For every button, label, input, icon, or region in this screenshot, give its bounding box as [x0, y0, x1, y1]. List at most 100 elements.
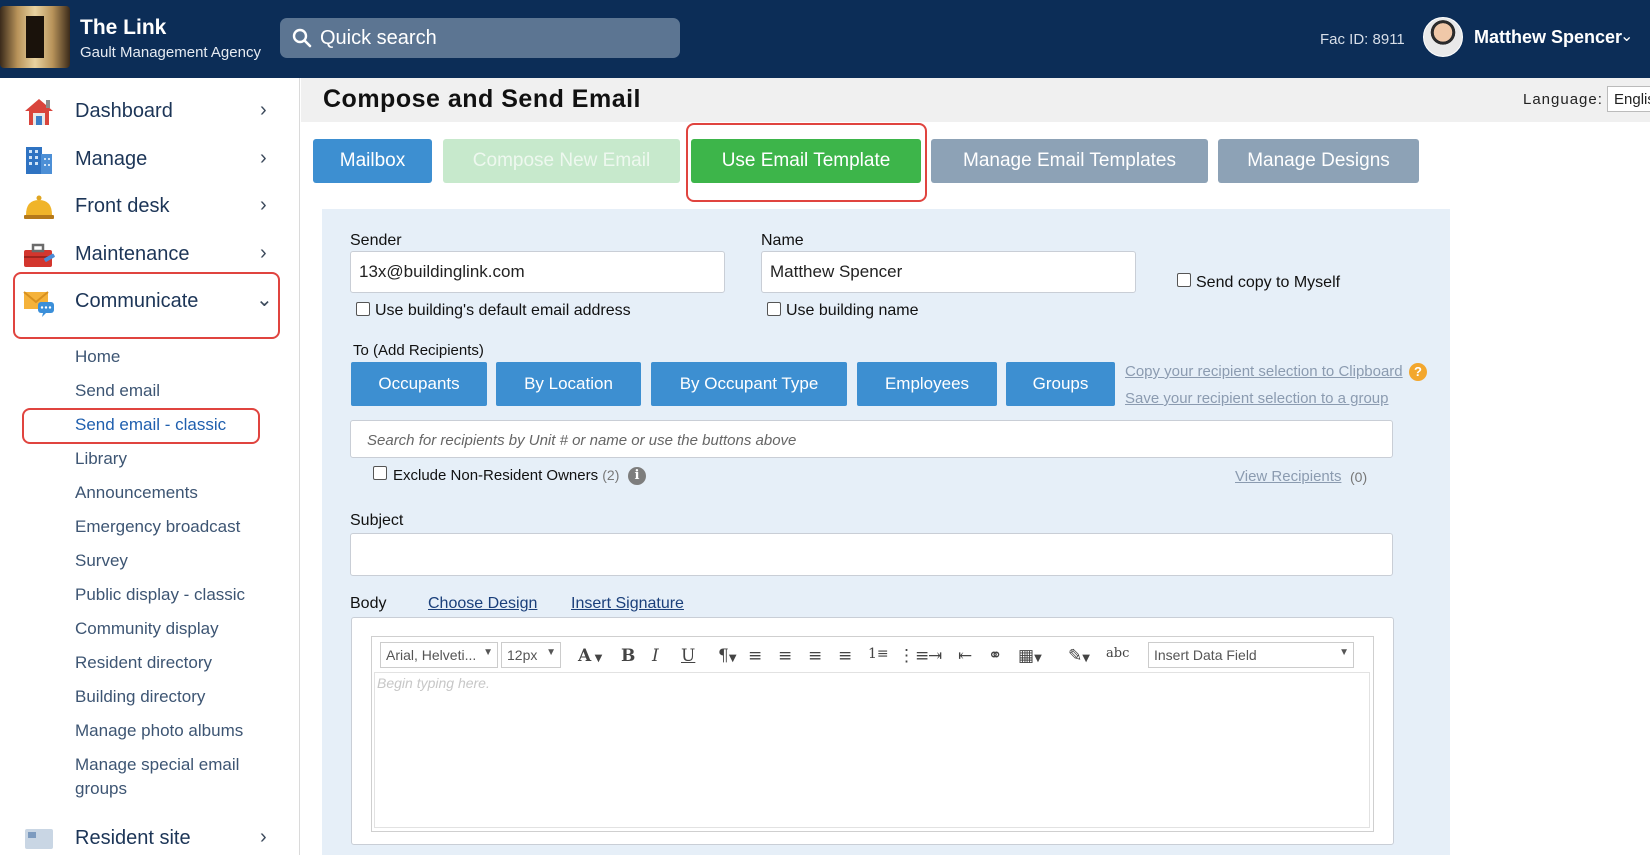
chevron-right-icon: ›	[260, 826, 267, 848]
insert-signature-link[interactable]: Insert Signature	[571, 595, 684, 613]
resident-site-icon	[25, 829, 53, 849]
language-select[interactable]: English	[1607, 86, 1650, 112]
sidebar-item-dashboard[interactable]: Dashboard ›	[0, 87, 300, 137]
help-icon[interactable]: ?	[1409, 363, 1427, 381]
indent-icon[interactable]: ⇥	[928, 646, 942, 666]
align-left-icon[interactable]: ≡	[748, 646, 762, 666]
spellcheck-icon[interactable]: abc	[1106, 646, 1129, 661]
recipient-search-input[interactable]: Search for recipients by Unit # or name …	[350, 420, 1393, 458]
bold-icon[interactable]: B	[621, 646, 635, 666]
send-copy-label: Send copy to Myself	[1196, 274, 1341, 291]
sub-item-send-email[interactable]: Send email	[75, 381, 160, 401]
justify-icon[interactable]: ≡	[838, 646, 852, 666]
sub-item-emergency-broadcast[interactable]: Emergency broadcast	[75, 517, 240, 537]
body-label: Body	[350, 595, 387, 612]
sidebar-item-front-desk[interactable]: Front desk ›	[0, 182, 300, 232]
sidebar-item-label: Manage	[75, 148, 148, 170]
info-icon[interactable]: i	[628, 467, 646, 485]
highlight-use-email-template	[686, 123, 927, 202]
highlight-send-email-classic	[22, 408, 260, 444]
search-icon	[292, 28, 312, 48]
format-painter-icon[interactable]: ✎▼	[1068, 646, 1090, 666]
insert-data-field-value: Insert Data Field	[1154, 647, 1257, 663]
save-selection-link[interactable]: Save your recipient selection to a group	[1125, 390, 1389, 407]
language-label: Language:	[1523, 91, 1603, 108]
chevron-down-icon[interactable]: ⌄	[1620, 26, 1633, 46]
name-field[interactable]: Matthew Spencer	[761, 251, 1136, 293]
sub-item-manage-special-email[interactable]: Manage special email	[75, 755, 239, 775]
outdent-icon[interactable]: ⇤	[958, 646, 972, 666]
search-placeholder: Quick search	[320, 27, 437, 49]
sub-item-home[interactable]: Home	[75, 347, 120, 367]
editor-text-area[interactable]	[374, 672, 1370, 828]
building-name-checkbox[interactable]	[767, 302, 781, 316]
exclude-owners-label: Exclude Non-Resident Owners (2)	[393, 467, 619, 484]
choose-design-link[interactable]: Choose Design	[428, 595, 537, 613]
subject-field[interactable]	[350, 533, 1393, 576]
quick-search-input[interactable]: Quick search	[280, 18, 680, 58]
exclude-owners-checkbox[interactable]	[373, 466, 387, 480]
chevron-right-icon: ›	[260, 242, 267, 264]
ordered-list-icon[interactable]: 1≡	[868, 646, 889, 662]
align-center-icon[interactable]: ≡	[778, 646, 792, 666]
view-recipients-link[interactable]: View Recipients	[1235, 468, 1341, 485]
copy-selection-link[interactable]: Copy your recipient selection to Clipboa…	[1125, 363, 1403, 380]
building-name-label: Use building name	[786, 302, 919, 319]
exclude-owners-count: (2)	[602, 467, 620, 483]
chevron-right-icon: ›	[260, 194, 267, 216]
page-title: Compose and Send Email	[323, 85, 642, 113]
building-logo[interactable]	[0, 6, 70, 68]
text-color-icon[interactable]: A ▼	[578, 646, 602, 666]
house-icon	[25, 99, 53, 125]
table-icon[interactable]: ▦▼	[1018, 646, 1042, 666]
manage-designs-button[interactable]: Manage Designs	[1218, 139, 1419, 183]
sender-field[interactable]: 13x@buildinglink.com	[350, 251, 725, 293]
sub-item-resident-directory[interactable]: Resident directory	[75, 653, 212, 673]
employees-button[interactable]: Employees	[857, 362, 997, 406]
sidebar: Dashboard › Manage › Front desk › Mainte…	[0, 78, 300, 855]
avatar[interactable]	[1423, 17, 1463, 57]
font-size-select[interactable]: 12px ▼	[501, 642, 561, 668]
toolbox-icon	[24, 243, 55, 267]
sub-item-library[interactable]: Library	[75, 449, 127, 469]
sidebar-item-label: Maintenance	[75, 243, 190, 265]
sub-item-groups[interactable]: groups	[75, 779, 127, 799]
sidebar-item-resident-site[interactable]: Resident site ›	[0, 814, 300, 864]
insert-data-field-select[interactable]: Insert Data Field ▼	[1148, 642, 1354, 668]
by-location-button[interactable]: By Location	[496, 362, 641, 406]
sidebar-item-manage[interactable]: Manage ›	[0, 135, 300, 185]
chevron-right-icon: ›	[260, 147, 267, 169]
mailbox-button[interactable]: Mailbox	[313, 139, 432, 183]
by-occupant-type-button[interactable]: By Occupant Type	[651, 362, 847, 406]
user-name[interactable]: Matthew Spencer	[1474, 27, 1622, 48]
align-right-icon[interactable]: ≡	[808, 646, 822, 666]
sub-item-community-display[interactable]: Community display	[75, 619, 219, 639]
highlight-communicate	[13, 272, 280, 339]
send-copy-checkbox[interactable]	[1177, 273, 1191, 287]
editor-placeholder: Begin typing here.	[377, 675, 490, 691]
view-recipients-count: (0)	[1350, 469, 1368, 485]
sidebar-item-label: Resident site	[75, 827, 191, 849]
manage-email-templates-button[interactable]: Manage Email Templates	[931, 139, 1208, 183]
font-family-select[interactable]: Arial, Helveti... ▼	[380, 642, 498, 668]
to-recipients-label: To (Add Recipients)	[353, 342, 484, 359]
name-label: Name	[761, 232, 804, 249]
exclude-owners-text: Exclude Non-Resident Owners	[393, 467, 599, 484]
sidebar-item-label: Front desk	[75, 195, 170, 217]
groups-button[interactable]: Groups	[1006, 362, 1115, 406]
unordered-list-icon[interactable]: ⋮≡	[898, 646, 929, 666]
sub-item-public-display-classic[interactable]: Public display - classic	[75, 585, 245, 605]
sub-item-survey[interactable]: Survey	[75, 551, 128, 571]
paragraph-icon[interactable]: ¶▼	[718, 646, 737, 666]
sub-item-announcements[interactable]: Announcements	[75, 483, 198, 503]
occupants-button[interactable]: Occupants	[351, 362, 487, 406]
link-icon[interactable]: ⚭	[988, 646, 1002, 666]
default-email-checkbox[interactable]	[356, 302, 370, 316]
compose-new-email-button[interactable]: Compose New Email	[443, 139, 680, 183]
app-title: The Link	[80, 16, 167, 39]
italic-icon[interactable]: I	[652, 646, 659, 666]
sub-item-manage-photo-albums[interactable]: Manage photo albums	[75, 721, 243, 741]
font-size-value: 12px	[507, 647, 538, 663]
underline-icon[interactable]: U	[681, 646, 695, 666]
sub-item-building-directory[interactable]: Building directory	[75, 687, 205, 707]
